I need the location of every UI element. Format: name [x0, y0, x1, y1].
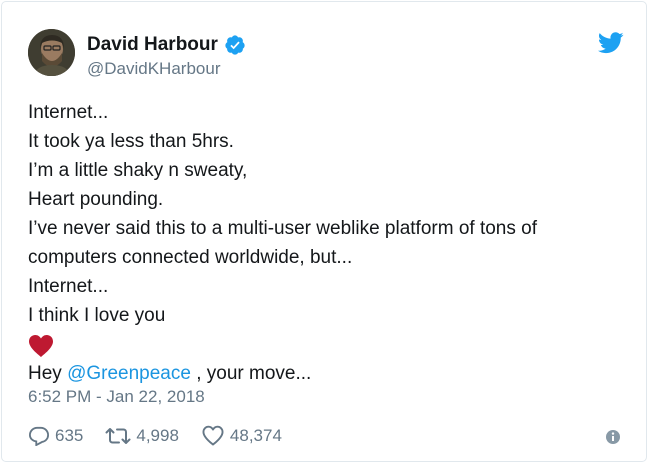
mention-suffix: , your move... — [190, 363, 312, 384]
tweet-line: Heart pounding. — [28, 189, 164, 210]
mention-prefix: Hey — [28, 363, 68, 384]
twitter-bird-icon[interactable] — [597, 32, 624, 54]
retweet-button[interactable]: 4,998 — [105, 426, 179, 446]
reply-count: 635 — [55, 425, 84, 445]
tweet-line: I think I love you — [28, 305, 166, 326]
tweet-actions: 635 4,998 48,374 — [28, 425, 304, 446]
heart-icon — [202, 425, 224, 446]
tweet-line: I’ve never said this to a multi-user web… — [28, 218, 538, 239]
mention-link-greenpeace[interactable]: @Greenpeace — [67, 363, 191, 384]
red-heart-emoji-icon — [28, 334, 54, 358]
tweet-timestamp[interactable]: 6:52 PM - Jan 22, 2018 — [28, 387, 205, 407]
tweet-line: Internet... — [28, 102, 109, 123]
tweet-line-mention: Hey @Greenpeace , your move... — [28, 359, 628, 388]
like-button[interactable]: 48,374 — [201, 425, 282, 446]
reply-button[interactable]: 635 — [28, 426, 83, 446]
retweet-icon — [105, 427, 131, 444]
reply-icon — [28, 426, 50, 446]
name-row: David Harbour — [87, 33, 246, 57]
tweet-text: Internet... It took ya less than 5hrs. I… — [28, 98, 628, 388]
author-handle[interactable]: @DavidKHarbour — [87, 59, 220, 79]
like-count: 48,374 — [229, 425, 282, 445]
verified-badge-icon — [224, 34, 246, 56]
info-icon[interactable] — [605, 429, 621, 445]
tweet-line: I’m a little shaky n sweaty, — [28, 160, 248, 181]
retweet-count: 4,998 — [136, 425, 179, 445]
avatar[interactable] — [28, 29, 75, 76]
emoji-line — [28, 330, 628, 359]
author-display-name[interactable]: David Harbour — [87, 34, 218, 56]
tweet-line: computers connected worldwide, but... — [28, 247, 353, 268]
tweet-header: David Harbour @DavidKHarbour — [2, 2, 646, 92]
tweet-card: David Harbour @DavidKHarbour Internet...… — [1, 1, 647, 462]
tweet-line: It took ya less than 5hrs. — [28, 131, 234, 152]
avatar-image — [28, 29, 75, 76]
tweet-line: Internet... — [28, 276, 109, 297]
